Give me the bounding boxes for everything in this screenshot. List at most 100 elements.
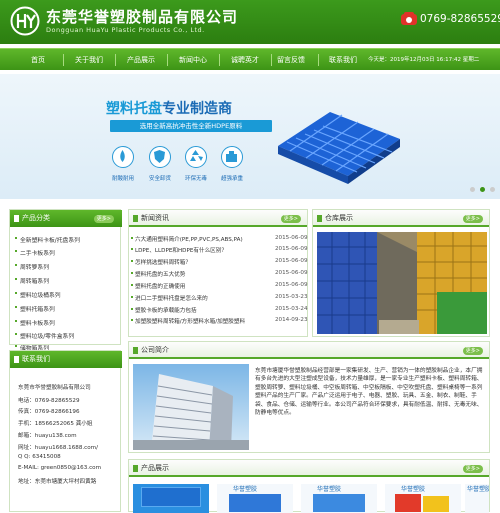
weight-icon — [221, 146, 243, 168]
category-item[interactable]: 周转箩系列 — [15, 262, 49, 271]
news-date: 2015-03-24 — [275, 306, 308, 312]
news-item[interactable]: 塑胶卡板的承载能力包括 — [131, 306, 197, 314]
product-label: 华誉塑胶 — [233, 486, 258, 493]
contact-line: 地址：东莞市塘厦大坪村四黄路 — [18, 479, 97, 485]
category-item[interactable]: 塑料垃圾桶系列 — [15, 290, 61, 299]
contact-line: 电话：0769-82865529 — [18, 398, 80, 404]
warehouse-panel: 仓库展示 更多> — [312, 209, 490, 337]
contact-title: 联系我们 — [22, 355, 50, 363]
contact-line: 东莞市华誉塑胶制品有限公司 — [18, 385, 91, 391]
news-item[interactable]: 进口二手塑料托盘是怎么来的 — [131, 294, 208, 302]
nav-products[interactable]: 产品展示 — [116, 49, 166, 71]
category-title: 产品分类 — [22, 214, 50, 222]
products-header — [129, 460, 489, 477]
product-image — [313, 494, 365, 512]
plastic-pallet-image — [278, 112, 400, 184]
drop-icon — [112, 146, 134, 168]
news-item[interactable]: 六大通用塑料简介(PE,PP,PVC,PS,ABS,PA) — [131, 235, 243, 243]
warehouse-more-button[interactable]: 更多> — [462, 215, 483, 223]
news-date: 2015-06-09 — [275, 258, 308, 264]
slide-dot[interactable] — [470, 187, 475, 192]
feature-label: 安全卸货 — [148, 176, 171, 182]
feature-label: 耐酸耐用 — [111, 176, 134, 182]
warehouse-title: 仓库展示 — [325, 214, 353, 222]
nav-about[interactable]: 关于我们 — [64, 49, 114, 71]
company-logo-icon — [10, 6, 40, 36]
news-panel: 新闻资讯 更多> 六大通用塑料简介(PE,PP,PVC,PS,ABS,PA) 2… — [128, 209, 308, 337]
news-item[interactable]: LDPE、LLDPE和HDPE有什么区别？ — [131, 246, 227, 254]
nav-news[interactable]: 新闻中心 — [168, 49, 218, 71]
news-item[interactable]: 怎样挑选塑料周转箱？ — [131, 258, 191, 266]
product-thumb[interactable]: 华誉塑胶 — [385, 484, 461, 513]
contact-panel: 联系我们 东莞市华誉塑胶制品有限公司 电话：0769-82865529 传真：0… — [9, 350, 122, 512]
product-image — [141, 487, 201, 507]
bullet-icon — [133, 347, 138, 354]
products-title: 产品展示 — [141, 464, 169, 472]
news-date: 2014-09-23 — [275, 317, 308, 323]
banner-title: 塑料托盘专业制造商 — [106, 98, 232, 118]
bullet-icon — [133, 465, 138, 472]
news-item[interactable]: 塑料托盘的五大优势 — [130, 270, 185, 278]
category-item[interactable]: 二手卡板系列 — [15, 248, 55, 257]
warehouse-photo[interactable] — [317, 232, 487, 334]
contact-line: 手机：18566252065 龚小姐 — [18, 421, 93, 427]
product-image — [395, 494, 421, 512]
contact-line: 传真：0769-82866196 — [18, 409, 80, 415]
contact-line[interactable]: 邮箱：huayu138.com — [18, 431, 77, 439]
news-date: 2015-06-09 — [275, 282, 308, 288]
banner-subtitle: 选用全新高抗冲击性全新HDPE原料 — [110, 120, 272, 132]
nav-jobs[interactable]: 诚聘英才 — [220, 49, 270, 71]
product-thumb[interactable]: 华誉塑胶 — [301, 484, 377, 513]
product-image — [423, 496, 449, 512]
recycle-icon — [185, 146, 207, 168]
category-item[interactable]: 塑料托箱系列 — [15, 304, 55, 313]
nav-contact[interactable]: 联系我们 — [318, 49, 368, 71]
contact-line: Q Q: 63415008 — [18, 454, 61, 460]
company-building-photo — [133, 364, 249, 450]
category-item[interactable]: 塑料垃圾/零件盒系列 — [14, 331, 74, 340]
category-item[interactable]: 周转箱系列 — [15, 276, 49, 285]
shield-icon — [149, 146, 171, 168]
contact-line[interactable]: 网址：huayu1668.1688.com/ — [18, 443, 98, 451]
hero-banner: 塑料托盘专业制造商 选用全新高抗冲击性全新HDPE原料 耐酸耐用 安全卸货 环保… — [0, 74, 500, 199]
news-date: 2015-06-09 — [275, 270, 308, 276]
company-name-cn: 东莞华誉塑胶制品有限公司 — [46, 8, 239, 26]
news-date: 2015-06-09 — [275, 235, 308, 241]
product-image — [229, 494, 281, 512]
about-title: 公司简介 — [141, 346, 169, 354]
nav-home[interactable]: 首页 — [14, 49, 62, 71]
phone-icon — [401, 12, 417, 25]
product-label: 华誉塑胶 — [467, 486, 489, 493]
header-phone: 0769-82865529 — [420, 13, 500, 25]
product-thumb[interactable] — [133, 484, 209, 513]
category-panel: 产品分类 更多> 全新塑料卡板/托盘系列 二手卡板系列 周转箩系列 周转箱系列 … — [9, 209, 122, 352]
category-more-button[interactable]: 更多> — [93, 215, 114, 223]
banner-title-a: 塑料托盘 — [106, 101, 162, 117]
category-item[interactable]: 塑料卡板系列 — [15, 318, 55, 327]
company-name-en: Dongguan HuaYu Plastic Products Co., Ltd… — [46, 26, 205, 34]
news-title: 新闻资讯 — [141, 214, 169, 222]
bullet-icon — [133, 215, 138, 222]
about-header — [129, 342, 489, 359]
bullet-icon — [317, 215, 322, 222]
about-text: 东莞市塘厦华誉塑胶制品经营部是一家集研发、生产、营销为一体的塑胶制品企业，本厂拥… — [255, 368, 483, 417]
slide-dot[interactable] — [490, 187, 495, 192]
current-datetime: 今天是：2019年12月03日 16:17:42 星期二 — [368, 57, 480, 63]
products-panel: 产品展示 更多> 华誉塑胶 华誉塑胶 华誉塑胶 华誉塑胶 — [128, 459, 490, 513]
nav-feedback[interactable]: 留言反馈 — [266, 49, 316, 71]
banner-title-b: 专业制造商 — [162, 101, 232, 117]
about-more-button[interactable]: 更多> — [462, 347, 483, 355]
product-thumb[interactable]: 华誉塑胶 — [465, 484, 489, 513]
news-item[interactable]: 加塑胶塑料周转箱/方形塑料水箱/加塑胶塑料 — [130, 317, 245, 325]
products-more-button[interactable]: 更多> — [462, 465, 483, 473]
news-item[interactable]: 塑料托盘的正确使用 — [130, 282, 185, 290]
site-header: 东莞华誉塑胶制品有限公司 Dongguan HuaYu Plastic Prod… — [0, 0, 500, 44]
contact-line[interactable]: E-MAIL: green0850@163.com — [18, 465, 101, 471]
slide-dot[interactable] — [480, 187, 485, 192]
about-panel: 公司简介 更多> 东莞市塘厦华誉塑胶制品经营部是一家集研发、生产、营销为一体的塑… — [128, 341, 490, 453]
category-item[interactable]: 全新塑料卡板/托盘系列 — [15, 235, 80, 244]
news-more-button[interactable]: 更多> — [280, 215, 301, 223]
product-label: 华誉塑胶 — [401, 486, 426, 493]
product-label: 华誉塑胶 — [317, 486, 342, 493]
product-thumb[interactable]: 华誉塑胶 — [217, 484, 293, 513]
